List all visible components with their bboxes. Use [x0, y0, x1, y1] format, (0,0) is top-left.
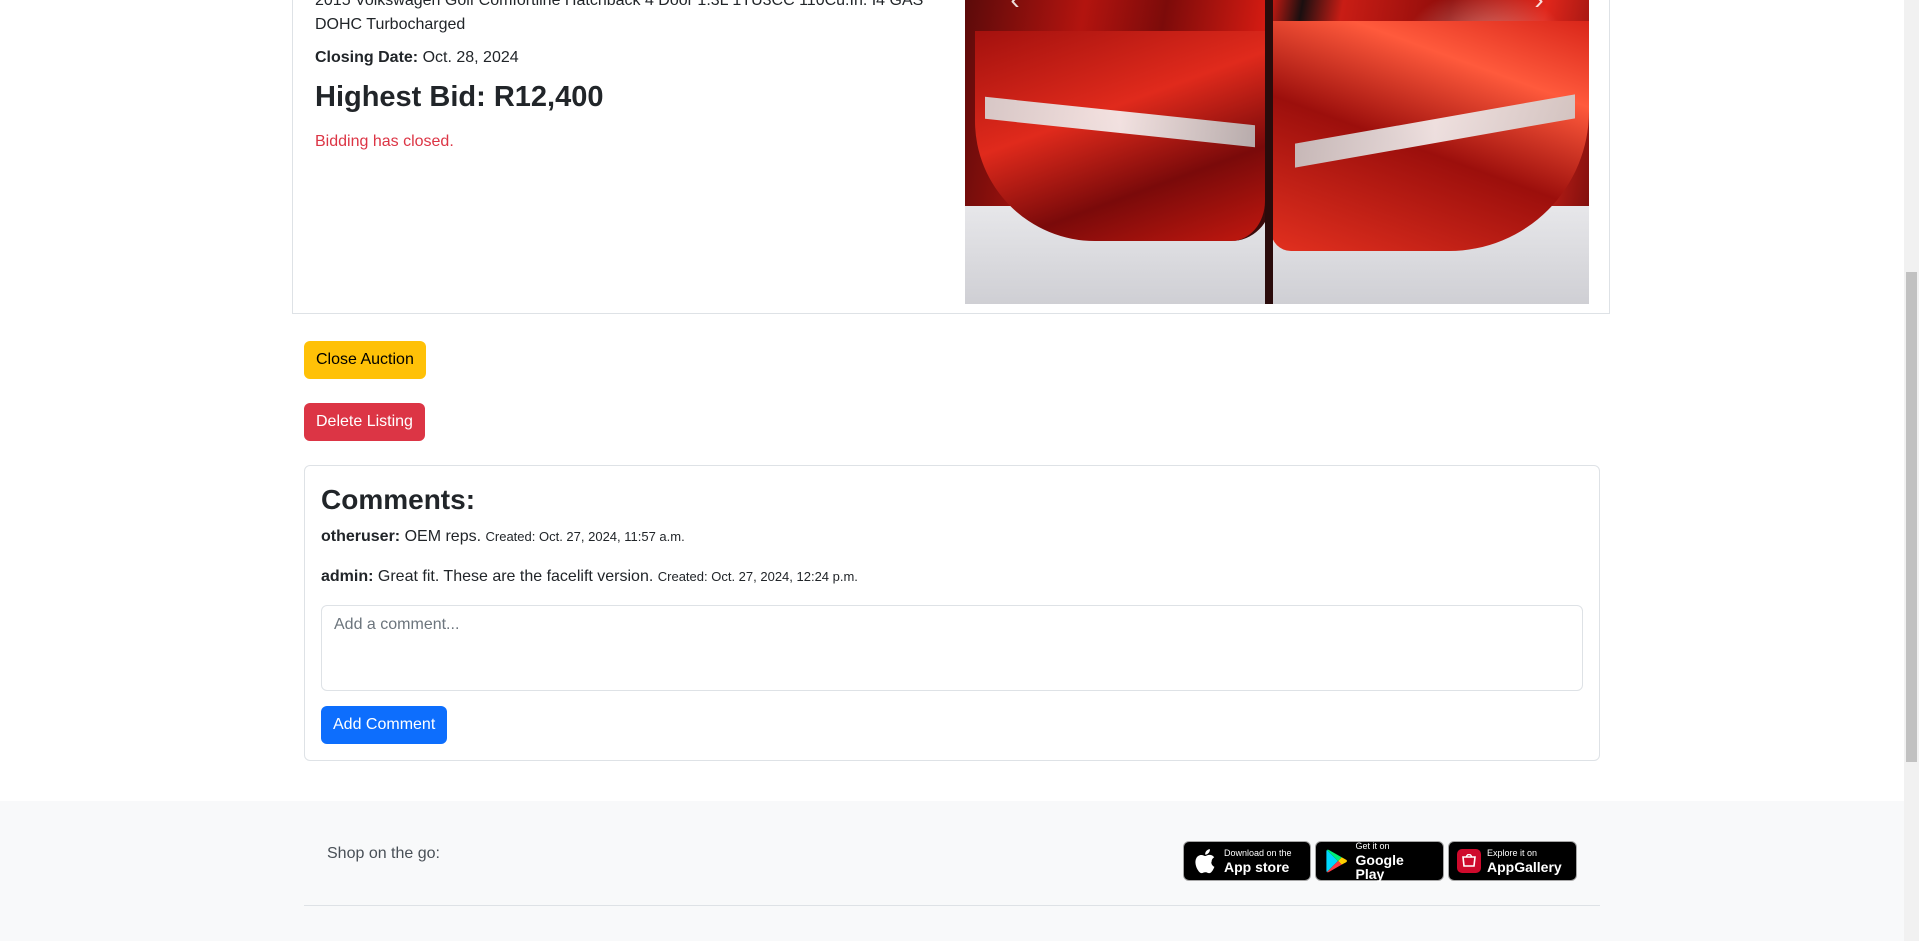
- badge-small-text: Explore it on: [1487, 847, 1538, 858]
- google-play-icon: [1324, 848, 1350, 874]
- badge-small-text: Download on the: [1224, 847, 1292, 858]
- app-store-badge[interactable]: Download on the App store: [1183, 841, 1311, 881]
- comments-section: Comments: otheruser: OEM reps. Created: …: [304, 465, 1600, 761]
- bidding-status: Bidding has closed.: [315, 133, 454, 150]
- closing-date: Closing Date: Oct. 28, 2024: [315, 49, 519, 67]
- close-auction-button[interactable]: Close Auction: [304, 341, 426, 379]
- comment-timestamp: Created: Oct. 27, 2024, 11:57 a.m.: [485, 529, 685, 544]
- highest-bid: Highest Bid: R12,400: [315, 81, 604, 113]
- footer: Shop on the go: Download on the App stor…: [0, 801, 1904, 941]
- carousel-next-button[interactable]: ›: [1519, 0, 1559, 15]
- delete-listing-button[interactable]: Delete Listing: [304, 403, 425, 441]
- comment-author: admin:: [321, 568, 374, 585]
- comment-input[interactable]: [321, 605, 1583, 691]
- footer-divider: [304, 905, 1600, 906]
- page: 2015 Volkswagen Golf Comfortline Hatchba…: [0, 0, 1904, 941]
- badge-big-text: App store: [1224, 858, 1290, 875]
- listing-card: 2015 Volkswagen Golf Comfortline Hatchba…: [292, 0, 1610, 314]
- image-carousel: ‹ ›: [965, 0, 1589, 304]
- lamp-seam: [1265, 0, 1273, 304]
- app-gallery-badge[interactable]: Explore it on AppGallery: [1448, 841, 1577, 881]
- comment-text: OEM reps.: [404, 528, 482, 545]
- apple-icon: [1192, 848, 1218, 874]
- listing-photo: [965, 0, 1589, 304]
- comment-text: Great fit. These are the facelift versio…: [377, 568, 654, 585]
- google-play-badge[interactable]: Get it on Google Play: [1315, 841, 1444, 881]
- add-comment-button[interactable]: Add Comment: [321, 706, 448, 744]
- page-scrollbar[interactable]: [1904, 0, 1919, 941]
- shop-on-the-go-text: Shop on the go:: [327, 845, 440, 862]
- closing-date-label: Closing Date:: [315, 49, 419, 66]
- listing-info: 2015 Volkswagen Golf Comfortline Hatchba…: [315, 0, 976, 303]
- comment-item: otheruser: OEM reps. Created: Oct. 27, 2…: [321, 527, 685, 547]
- badge-big-text: Google Play: [1355, 851, 1404, 882]
- huawei-icon: [1457, 849, 1481, 873]
- closing-date-value: Oct. 28, 2024: [422, 49, 519, 66]
- carousel-prev-button[interactable]: ‹: [995, 0, 1035, 15]
- comment-author: otheruser:: [321, 528, 401, 545]
- scrollbar-thumb[interactable]: [1906, 272, 1917, 762]
- comments-title: Comments:: [321, 484, 476, 515]
- description-line-2: DOHC Turbocharged: [315, 16, 466, 33]
- comment-timestamp: Created: Oct. 27, 2024, 12:24 p.m.: [657, 569, 858, 584]
- description-line-1: 2015 Volkswagen Golf Comfortline Hatchba…: [315, 0, 924, 9]
- badge-small-text: Get it on: [1355, 840, 1390, 851]
- comment-item: admin: Great fit. These are the facelift…: [321, 567, 858, 587]
- badge-big-text: AppGallery: [1487, 858, 1562, 875]
- listing-description: 2015 Volkswagen Golf Comfortline Hatchba…: [315, 0, 945, 37]
